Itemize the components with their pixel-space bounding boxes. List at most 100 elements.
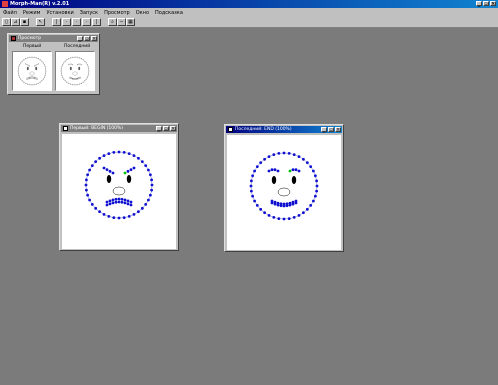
- mouth-point[interactable]: [79, 76, 81, 78]
- brow-point[interactable]: [270, 168, 274, 172]
- contour-point[interactable]: [64, 80, 66, 82]
- contour-point[interactable]: [74, 56, 76, 58]
- contour-point[interactable]: [21, 60, 23, 62]
- mouth-point[interactable]: [30, 76, 32, 78]
- mouth-point[interactable]: [129, 200, 133, 204]
- brow-point[interactable]: [288, 169, 292, 173]
- contour-point[interactable]: [25, 58, 27, 60]
- mouth-point[interactable]: [120, 200, 124, 204]
- arrow-icon[interactable]: ↖: [36, 18, 45, 26]
- contour-point[interactable]: [107, 152, 111, 156]
- contour-point[interactable]: [29, 56, 31, 58]
- mouth-point[interactable]: [35, 77, 37, 79]
- contour-point[interactable]: [29, 84, 31, 86]
- mouth-point[interactable]: [282, 202, 286, 206]
- minimize-icon[interactable]: _: [476, 1, 482, 7]
- contour-point[interactable]: [78, 57, 80, 59]
- contour-point[interactable]: [86, 193, 90, 197]
- contour-point[interactable]: [122, 216, 126, 219]
- contour-point[interactable]: [43, 64, 45, 66]
- mouth-point[interactable]: [105, 203, 109, 207]
- mouth-point[interactable]: [117, 200, 121, 204]
- contour-point[interactable]: [312, 169, 315, 173]
- contour-point[interactable]: [64, 60, 66, 62]
- contour-point[interactable]: [87, 74, 89, 76]
- brow-point[interactable]: [69, 63, 71, 65]
- contour-point[interactable]: [251, 174, 255, 178]
- contour-point[interactable]: [68, 58, 70, 60]
- mouth-point[interactable]: [69, 76, 71, 78]
- brow-point[interactable]: [267, 169, 271, 173]
- open-icon[interactable]: ⊿: [11, 18, 20, 26]
- contour-point[interactable]: [250, 189, 253, 193]
- mouth-point[interactable]: [105, 200, 109, 204]
- contour-point[interactable]: [31, 84, 33, 86]
- contour-point[interactable]: [292, 153, 296, 157]
- contour-point[interactable]: [98, 156, 102, 160]
- contour-point[interactable]: [305, 161, 309, 165]
- contour-point[interactable]: [132, 154, 136, 157]
- mouth-point[interactable]: [273, 200, 277, 204]
- maximize-icon[interactable]: ▫: [84, 36, 90, 42]
- mouth-point[interactable]: [73, 77, 75, 79]
- menu-mode[interactable]: Режим: [20, 10, 44, 16]
- contour-point[interactable]: [90, 202, 94, 206]
- contour-point[interactable]: [117, 216, 121, 220]
- contour-point[interactable]: [17, 72, 19, 74]
- contour-point[interactable]: [85, 188, 88, 192]
- frame-first-icon[interactable]: |: [52, 18, 61, 26]
- contour-point[interactable]: [259, 207, 263, 211]
- contour-point[interactable]: [41, 60, 43, 62]
- contour-point[interactable]: [17, 70, 19, 72]
- mouth-point[interactable]: [285, 202, 289, 206]
- contour-point[interactable]: [62, 76, 64, 78]
- mouth-point[interactable]: [270, 199, 274, 203]
- mouth-point[interactable]: [123, 198, 127, 202]
- brow-point[interactable]: [37, 63, 39, 65]
- contour-point[interactable]: [312, 199, 315, 203]
- brow-point[interactable]: [36, 64, 38, 66]
- contour-point[interactable]: [62, 64, 64, 66]
- contour-point[interactable]: [76, 84, 78, 86]
- brow-point[interactable]: [79, 63, 81, 65]
- maximize-icon[interactable]: ▫: [328, 127, 334, 133]
- preview-last-thumbnail[interactable]: [55, 51, 95, 91]
- contour-point[interactable]: [259, 161, 263, 165]
- menu-view[interactable]: Просмотр: [101, 10, 133, 16]
- app-icon[interactable]: [2, 1, 8, 7]
- contour-point[interactable]: [315, 184, 319, 188]
- contour-point[interactable]: [41, 80, 43, 82]
- contour-point[interactable]: [60, 68, 62, 70]
- contour-point[interactable]: [102, 154, 106, 157]
- contour-point[interactable]: [144, 202, 148, 206]
- contour-point[interactable]: [70, 83, 72, 85]
- contour-point[interactable]: [255, 203, 259, 207]
- menu-settings[interactable]: Установки: [43, 10, 76, 16]
- mouth-point[interactable]: [291, 200, 295, 204]
- brow-point[interactable]: [77, 64, 79, 66]
- minimize-icon[interactable]: _: [321, 127, 327, 133]
- contour-point[interactable]: [263, 211, 267, 215]
- contour-point[interactable]: [297, 155, 301, 158]
- contour-point[interactable]: [60, 70, 62, 72]
- contour-point[interactable]: [33, 84, 35, 86]
- brow-point[interactable]: [35, 64, 37, 66]
- mouth-point[interactable]: [111, 201, 115, 205]
- mouth-point[interactable]: [108, 199, 112, 203]
- brow-point[interactable]: [34, 65, 36, 67]
- contour-point[interactable]: [253, 199, 256, 203]
- brow-point[interactable]: [132, 166, 136, 170]
- new-icon[interactable]: ▯: [2, 18, 11, 26]
- contour-point[interactable]: [37, 58, 39, 60]
- contour-point[interactable]: [82, 81, 84, 83]
- brow-point[interactable]: [276, 169, 280, 173]
- contour-point[interactable]: [249, 184, 253, 188]
- mouth-point[interactable]: [111, 198, 115, 202]
- contour-point[interactable]: [18, 74, 20, 76]
- contour-point[interactable]: [88, 72, 90, 74]
- mouth-point[interactable]: [31, 77, 33, 79]
- contour-point[interactable]: [136, 210, 140, 214]
- mouth-point[interactable]: [32, 76, 34, 78]
- mouth-point[interactable]: [26, 77, 28, 79]
- mouth-point[interactable]: [28, 78, 30, 80]
